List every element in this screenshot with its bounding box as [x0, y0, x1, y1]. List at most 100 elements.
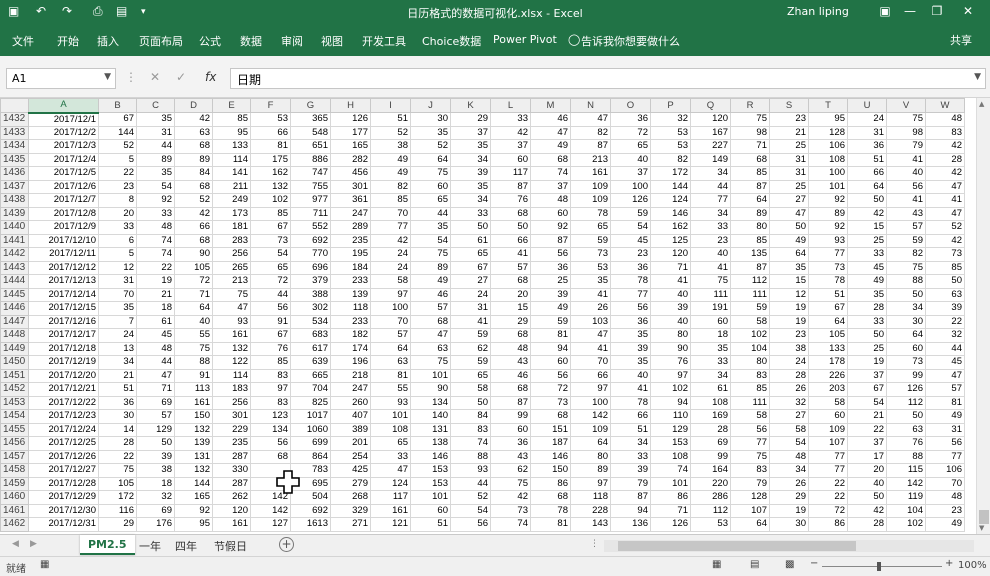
value-cell[interactable]: 692 [290, 503, 331, 518]
value-cell[interactable]: 46 [530, 112, 571, 127]
date-cell[interactable]: 2017/12/7 [28, 193, 99, 208]
value-cell[interactable]: 665 [290, 368, 331, 383]
value-cell[interactable]: 65 [450, 247, 491, 262]
value-cell[interactable]: 69 [136, 395, 175, 410]
value-cell[interactable]: 47 [136, 368, 175, 383]
value-cell[interactable]: 55 [370, 382, 411, 397]
value-cell[interactable]: 22 [808, 476, 848, 491]
value-cell[interactable]: 36 [610, 314, 651, 329]
value-cell[interactable]: 71 [136, 382, 175, 397]
value-cell[interactable]: 100 [808, 166, 848, 181]
value-cell[interactable]: 52 [370, 125, 411, 140]
value-cell[interactable]: 64 [370, 341, 411, 356]
value-cell[interactable]: 101 [650, 476, 691, 491]
value-cell[interactable]: 173 [212, 206, 251, 221]
value-cell[interactable]: 48 [769, 449, 809, 464]
value-cell[interactable]: 58 [769, 422, 809, 437]
value-cell[interactable]: 132 [174, 422, 213, 437]
value-cell[interactable]: 85 [212, 112, 251, 127]
value-cell[interactable]: 33 [98, 220, 137, 235]
value-cell[interactable]: 20 [490, 287, 531, 302]
value-cell[interactable]: 103 [570, 314, 611, 329]
value-cell[interactable]: 63 [925, 287, 965, 302]
value-cell[interactable]: 48 [925, 112, 965, 127]
value-cell[interactable]: 36 [98, 395, 137, 410]
value-cell[interactable]: 50 [490, 220, 531, 235]
value-cell[interactable]: 44 [925, 341, 965, 356]
value-cell[interactable]: 132 [250, 179, 291, 194]
value-cell[interactable]: 89 [808, 206, 848, 221]
value-cell[interactable]: 72 [610, 125, 651, 140]
value-cell[interactable]: 19 [769, 314, 809, 329]
value-cell[interactable]: 33 [847, 314, 887, 329]
value-cell[interactable]: 131 [410, 422, 451, 437]
value-cell[interactable]: 33 [610, 449, 651, 464]
value-cell[interactable]: 71 [650, 503, 691, 518]
value-cell[interactable]: 78 [808, 274, 848, 289]
value-cell[interactable]: 45 [610, 233, 651, 248]
value-cell[interactable]: 49 [847, 274, 887, 289]
value-cell[interactable]: 45 [925, 355, 965, 370]
value-cell[interactable]: 126 [650, 517, 691, 532]
tab-home[interactable]: 开始 [57, 33, 79, 49]
value-cell[interactable]: 40 [690, 247, 731, 262]
value-cell[interactable]: 49 [370, 166, 411, 181]
value-cell[interactable]: 93 [212, 314, 251, 329]
value-cell[interactable]: 94 [530, 341, 571, 356]
value-cell[interactable]: 162 [250, 166, 291, 181]
value-cell[interactable]: 5 [98, 152, 137, 167]
value-cell[interactable]: 88 [450, 449, 491, 464]
value-cell[interactable]: 235 [330, 233, 371, 248]
value-cell[interactable]: 64 [410, 152, 451, 167]
value-cell[interactable]: 26 [769, 476, 809, 491]
value-cell[interactable]: 109 [570, 422, 611, 437]
value-cell[interactable]: 142 [570, 409, 611, 424]
value-cell[interactable]: 27 [450, 274, 491, 289]
value-cell[interactable]: 282 [330, 152, 371, 167]
value-cell[interactable]: 37 [847, 368, 887, 383]
value-cell[interactable]: 268 [330, 490, 371, 505]
value-cell[interactable]: 53 [650, 125, 691, 140]
column-header[interactable]: U [847, 98, 887, 113]
value-cell[interactable]: 73 [570, 247, 611, 262]
value-cell[interactable]: 301 [330, 179, 371, 194]
value-cell[interactable]: 68 [250, 449, 291, 464]
value-cell[interactable]: 60 [410, 179, 451, 194]
value-cell[interactable]: 23 [769, 328, 809, 343]
value-cell[interactable]: 97 [250, 382, 291, 397]
value-cell[interactable]: 132 [174, 463, 213, 478]
value-cell[interactable]: 42 [490, 490, 531, 505]
value-cell[interactable]: 139 [330, 287, 371, 302]
normal-view-icon[interactable]: ▦ [712, 559, 721, 570]
value-cell[interactable]: 66 [490, 233, 531, 248]
value-cell[interactable]: 83 [450, 422, 491, 437]
value-cell[interactable]: 83 [730, 368, 770, 383]
value-cell[interactable]: 65 [570, 220, 611, 235]
value-cell[interactable]: 456 [330, 166, 371, 181]
column-header[interactable]: E [212, 98, 251, 113]
value-cell[interactable]: 74 [136, 233, 175, 248]
value-cell[interactable]: 101 [410, 368, 451, 383]
value-cell[interactable]: 29 [490, 314, 531, 329]
value-cell[interactable]: 32 [650, 112, 691, 127]
row-header[interactable]: 1454 [0, 409, 29, 424]
value-cell[interactable]: 105 [808, 328, 848, 343]
value-cell[interactable]: 34 [690, 206, 731, 221]
value-cell[interactable]: 139 [174, 436, 213, 451]
value-cell[interactable]: 53 [650, 139, 691, 154]
add-sheet-button[interactable]: + [279, 537, 294, 552]
value-cell[interactable]: 109 [570, 179, 611, 194]
value-cell[interactable]: 35 [410, 220, 451, 235]
value-cell[interactable]: 704 [290, 382, 331, 397]
value-cell[interactable]: 60 [410, 503, 451, 518]
value-cell[interactable]: 175 [250, 152, 291, 167]
row-header[interactable]: 1453 [0, 395, 29, 410]
value-cell[interactable]: 128 [730, 490, 770, 505]
value-cell[interactable]: 72 [808, 503, 848, 518]
value-cell[interactable]: 73 [530, 395, 571, 410]
value-cell[interactable]: 161 [174, 395, 213, 410]
row-header[interactable]: 1439 [0, 206, 29, 221]
value-cell[interactable]: 76 [250, 341, 291, 356]
value-cell[interactable]: 64 [808, 314, 848, 329]
value-cell[interactable]: 14 [98, 422, 137, 437]
